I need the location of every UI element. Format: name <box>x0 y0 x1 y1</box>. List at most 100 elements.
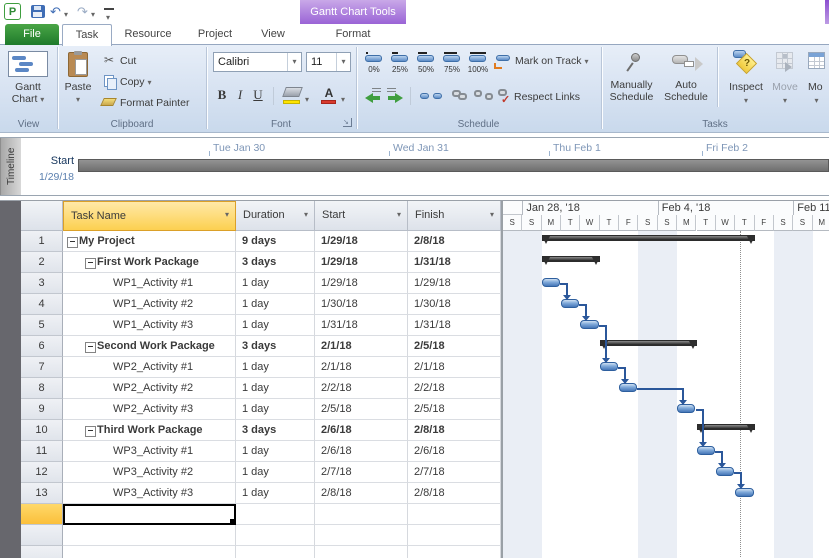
finish-cell[interactable]: 1/31/18 <box>408 315 501 336</box>
finish-cell[interactable]: 2/8/18 <box>408 231 501 252</box>
mark-on-track-button[interactable]: Mark on Track <box>515 55 588 67</box>
finish-cell[interactable] <box>408 525 501 546</box>
move-button[interactable]: Move <box>770 81 800 93</box>
duration-cell[interactable]: 1 day <box>236 399 315 420</box>
underline-button[interactable]: U <box>250 87 266 103</box>
split-task-icon[interactable] <box>420 91 444 101</box>
auto-schedule-button-line2[interactable]: Schedule <box>660 91 712 103</box>
row-number-5[interactable]: 5 <box>21 315 63 336</box>
cut-icon[interactable]: ✂ <box>104 53 114 67</box>
manually-schedule-button[interactable]: Manually <box>604 79 659 91</box>
finish-cell[interactable]: 2/1/18 <box>408 357 501 378</box>
timeline-span-bar[interactable] <box>78 159 829 172</box>
row-number-1[interactable]: 1 <box>21 231 63 252</box>
finish-cell[interactable]: 2/8/18 <box>408 420 501 441</box>
finish-cell[interactable]: 2/2/18 <box>408 378 501 399</box>
finish-cell[interactable] <box>408 504 501 525</box>
row-number-2[interactable]: 2 <box>21 252 63 273</box>
row-number-9[interactable]: 9 <box>21 399 63 420</box>
task-name-cell-4[interactable]: WP1_Activity #2 <box>63 294 236 315</box>
duration-cell[interactable]: 1 day <box>236 315 315 336</box>
collapse-toggle-icon[interactable] <box>67 237 78 248</box>
background-color-icon[interactable] <box>282 87 303 97</box>
row-number-10[interactable]: 10 <box>21 420 63 441</box>
start-cell[interactable]: 1/29/18 <box>315 273 408 294</box>
auto-schedule-icon[interactable] <box>672 53 703 75</box>
paste-button[interactable]: Paste <box>58 81 98 93</box>
duration-cell[interactable]: 3 days <box>236 336 315 357</box>
auto-schedule-button[interactable]: Auto <box>660 79 712 91</box>
start-cell[interactable]: 2/8/18 <box>315 483 408 504</box>
outdent-task-icon[interactable] <box>364 87 382 103</box>
row-number-3[interactable]: 3 <box>21 273 63 294</box>
duration-cell[interactable]: 1 day <box>236 294 315 315</box>
collapse-toggle-icon[interactable] <box>85 342 96 353</box>
start-cell[interactable]: 2/2/18 <box>315 378 408 399</box>
manually-schedule-button-line2[interactable]: Schedule <box>604 91 659 103</box>
gantt-chart-button[interactable]: Gantt <box>0 81 56 93</box>
start-cell[interactable]: 1/29/18 <box>315 231 408 252</box>
font-dialog-launcher-icon[interactable]: ↘ <box>343 118 352 127</box>
start-cell[interactable]: 2/6/18 <box>315 441 408 462</box>
gantt-chart-view-icon[interactable] <box>8 51 48 77</box>
mode-icon[interactable] <box>808 52 825 69</box>
collapse-toggle-icon[interactable] <box>85 258 96 269</box>
column-header-task-name[interactable]: Task Name <box>63 201 236 231</box>
cut-button[interactable]: Cut <box>120 55 136 67</box>
inspect-caret-icon[interactable] <box>722 94 770 106</box>
task-bar-row-4[interactable] <box>561 299 580 308</box>
finish-cell[interactable]: 1/29/18 <box>408 273 501 294</box>
row-number-13[interactable]: 13 <box>21 483 63 504</box>
task-name-cell[interactable] <box>63 525 236 546</box>
task-name-cell-5[interactable]: WP1_Activity #3 <box>63 315 236 336</box>
undo-caret-icon[interactable] <box>64 6 68 23</box>
font-name-combobox[interactable]: Calibri <box>213 52 302 72</box>
finish-cell[interactable]: 2/7/18 <box>408 462 501 483</box>
task-name-cell[interactable] <box>63 546 236 558</box>
mode-button[interactable]: Mo <box>804 81 829 93</box>
column-header-duration[interactable]: Duration <box>236 201 315 231</box>
percent-complete-button-100[interactable]: 100% <box>466 50 490 82</box>
start-cell[interactable] <box>315 546 408 558</box>
task-name-cell-11[interactable]: WP3_Activity #1 <box>63 441 236 462</box>
selection-fill-handle[interactable] <box>229 518 234 523</box>
finish-cell[interactable]: 2/5/18 <box>408 336 501 357</box>
font-color-icon[interactable]: A <box>322 86 336 100</box>
move-caret-icon[interactable] <box>770 94 800 106</box>
format-painter-icon[interactable] <box>100 98 117 106</box>
task-bar-row-8[interactable] <box>619 383 638 392</box>
copy-icon[interactable] <box>104 75 117 90</box>
background-color-caret-icon[interactable] <box>305 93 309 105</box>
row-number-16[interactable] <box>21 546 63 558</box>
redo-caret-icon[interactable] <box>91 6 95 23</box>
start-cell[interactable]: 1/30/18 <box>315 294 408 315</box>
duration-cell[interactable]: 3 days <box>236 252 315 273</box>
start-cell[interactable] <box>315 525 408 546</box>
task-bar-row-7[interactable] <box>599 362 619 371</box>
start-cell[interactable]: 2/1/18 <box>315 357 408 378</box>
row-number-14[interactable] <box>21 504 63 525</box>
finish-cell[interactable]: 2/8/18 <box>408 483 501 504</box>
summary-bar-row-6[interactable] <box>599 340 697 346</box>
unlink-tasks-icon[interactable] <box>474 90 482 97</box>
tab-file[interactable]: File <box>5 24 59 45</box>
paste-icon[interactable] <box>68 51 88 77</box>
task-name-cell[interactable] <box>63 504 236 525</box>
inspect-button[interactable]: Inspect <box>722 81 770 93</box>
row-number-12[interactable]: 12 <box>21 462 63 483</box>
task-name-cell-9[interactable]: WP2_Activity #3 <box>63 399 236 420</box>
collapse-toggle-icon[interactable] <box>85 426 96 437</box>
font-size-combobox[interactable]: 11 <box>306 52 351 72</box>
row-number-7[interactable]: 7 <box>21 357 63 378</box>
inspect-icon[interactable]: ? <box>733 50 761 78</box>
mark-on-track-icon[interactable] <box>496 55 510 61</box>
tab-project[interactable]: Project <box>186 24 244 45</box>
respect-links-button[interactable]: Respect Links <box>514 91 580 103</box>
timeline-pane-tab[interactable]: Timeline <box>0 138 21 195</box>
tab-view[interactable]: View <box>248 24 298 45</box>
start-cell[interactable]: 1/31/18 <box>315 315 408 336</box>
task-name-cell-10[interactable]: Third Work Package <box>63 420 236 441</box>
manually-schedule-icon[interactable] <box>625 53 643 75</box>
start-cell[interactable] <box>315 504 408 525</box>
duration-cell[interactable]: 1 day <box>236 441 315 462</box>
